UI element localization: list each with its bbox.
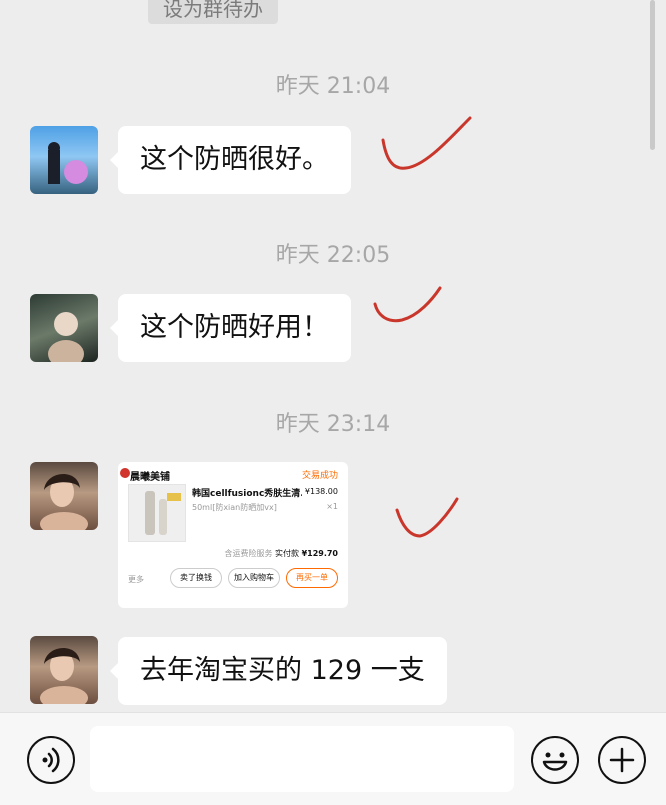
avatar-image <box>40 473 88 530</box>
rebuy-button[interactable]: 再买一单 <box>286 568 338 588</box>
message-bubble[interactable]: 这个防晒好用！ <box>110 294 351 362</box>
more-link[interactable]: 更多 <box>128 574 144 585</box>
product-thumbnail[interactable] <box>128 484 186 542</box>
shop-logo-icon <box>120 468 130 478</box>
avatar-image <box>40 647 88 704</box>
avatar[interactable] <box>30 462 98 530</box>
message-input[interactable] <box>90 726 514 792</box>
timestamp: 昨天 23:14 <box>275 412 391 437</box>
order-card[interactable]: 晨曦美铺 交易成功 韩国cellfusionc秀肤生清... ¥138.00 5… <box>118 462 348 608</box>
total-prefix: 含运费险服务 <box>224 549 276 558</box>
plus-icon-glyph <box>609 747 635 773</box>
voice-icon[interactable] <box>27 736 75 784</box>
message-bubble[interactable]: 这个防晒很好。 <box>110 126 351 194</box>
product-spec: 50ml[防xian防晒加vx] <box>192 503 277 512</box>
message-bubble[interactable]: 去年淘宝买的 129 一支 <box>110 637 447 705</box>
voice-icon-glyph <box>42 747 60 773</box>
avatar-image <box>48 142 88 184</box>
order-status: 交易成功 <box>301 471 338 481</box>
check-mark <box>381 116 472 170</box>
add-to-cart-button[interactable]: 加入购物车 <box>228 568 280 588</box>
check-mark <box>395 497 459 538</box>
product-image <box>145 491 181 535</box>
check-mark <box>373 286 442 323</box>
emoji-icon-glyph <box>542 752 568 771</box>
avatar[interactable] <box>30 636 98 704</box>
order-total: 含运费险服务 实付款 ¥129.70 <box>224 548 338 559</box>
product-title[interactable]: 韩国cellfusionc秀肤生清... <box>192 486 302 499</box>
product-price: ¥138.00 <box>304 487 338 496</box>
avatar[interactable] <box>30 126 98 194</box>
plus-icon[interactable] <box>598 736 646 784</box>
sell-button[interactable]: 卖了换钱 <box>170 568 222 588</box>
set-group-todo-button[interactable]: 设为群待办 <box>148 0 278 24</box>
product-quantity: ×1 <box>326 502 338 511</box>
avatar[interactable] <box>30 294 98 362</box>
avatar-image <box>48 312 84 362</box>
emoji-icon[interactable] <box>531 736 579 784</box>
timestamp: 昨天 21:04 <box>275 74 391 99</box>
shop-name[interactable]: 晨曦美铺 <box>130 468 170 483</box>
total-value: ¥129.70 <box>301 549 338 558</box>
timestamp: 昨天 22:05 <box>275 243 391 268</box>
total-label: 实付款 <box>275 549 300 558</box>
